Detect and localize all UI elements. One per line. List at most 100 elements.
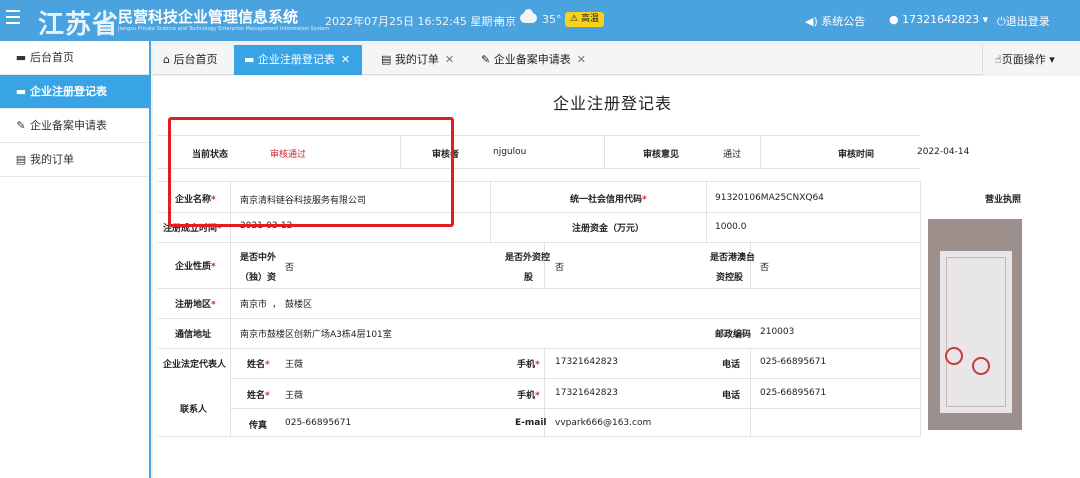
weather-city: 南京 xyxy=(494,15,516,28)
tab-company-registration[interactable]: ▬ 企业注册登记表 ✕ xyxy=(234,45,363,75)
logout-button[interactable]: ⏻退出登录 xyxy=(997,13,1050,29)
top-header: 江苏省 民营科技企业管理信息系统 Jiangsu Private Science… xyxy=(0,0,1080,41)
close-icon[interactable]: ✕ xyxy=(341,53,350,66)
sidebar-item-label: 后台首页 xyxy=(30,51,74,64)
foreign-holding-label: 是否外资控 xyxy=(505,253,551,263)
logo-title: 民营科技企业管理信息系统 xyxy=(118,8,299,26)
divider xyxy=(750,242,751,288)
capital-label: 注册资金（万元） xyxy=(572,224,645,234)
sidebar-item-label: 我的订单 xyxy=(30,153,74,166)
weather-temperature: 35° xyxy=(542,13,562,26)
document-icon: ▤ xyxy=(381,53,392,66)
credit-code-value: 91320106MA25CNXQ64 xyxy=(715,193,824,203)
sidebar-item-label: 企业注册登记表 xyxy=(30,85,107,98)
sidebar-item-my-orders[interactable]: ▤ 我的订单 xyxy=(0,143,149,177)
divider xyxy=(490,181,491,242)
divider xyxy=(158,288,920,289)
heat-badge-label: 高温 xyxy=(580,14,599,24)
sino-foreign-label-2: （独）资 xyxy=(240,273,277,283)
page-title: 企业注册登记表 xyxy=(553,94,673,113)
divider xyxy=(544,242,545,288)
address-label: 通信地址 xyxy=(175,330,212,340)
postcode-label: 邮政编码 xyxy=(715,330,752,340)
business-license-image[interactable] xyxy=(928,219,1022,430)
sino-foreign-label: 是否中外 xyxy=(240,253,277,263)
tab-label: 我的订单 xyxy=(394,53,439,66)
red-seal-icon xyxy=(972,357,990,375)
edit-icon: ✎ xyxy=(16,119,26,132)
hk-macao-label-2: 资控股 xyxy=(716,273,744,283)
region-separator: ， xyxy=(272,300,282,310)
reviewer-value: njgulou xyxy=(493,147,527,157)
logo-province: 江苏省 xyxy=(38,10,120,40)
postcode-value: 210003 xyxy=(760,327,795,337)
divider xyxy=(750,348,751,436)
cloud-icon xyxy=(520,9,537,23)
divider xyxy=(706,181,707,242)
sidebar-item-filing-application[interactable]: ✎ 企业备案申请表 xyxy=(0,109,149,143)
address-value: 南京市鼓楼区创新广场A3栋4层101室 xyxy=(240,330,392,340)
divider xyxy=(158,348,920,349)
contact-phone-label: 手机* xyxy=(517,391,540,401)
tab-bar: ⌂ 后台首页 ▬ 企业注册登记表 ✕ ▤ 我的订单 ✕ ✎ 企业备案申请表 ✕ xyxy=(153,45,1080,75)
logo-subtitle: Jiangsu Private Science and Technology E… xyxy=(118,26,330,32)
contact-name-label: 姓名* xyxy=(247,391,270,401)
opinion-label: 审核意见 xyxy=(643,150,680,160)
legal-rep-name: 王薇 xyxy=(285,360,304,370)
hk-macao-value: 否 xyxy=(760,263,770,273)
edit-icon: ✎ xyxy=(481,53,491,66)
nature-label: 企业性质* xyxy=(175,262,216,272)
menu-toggle-icon[interactable] xyxy=(6,10,20,28)
sidebar-item-label: 企业备案申请表 xyxy=(30,119,107,132)
contact-phone: 17321642823 xyxy=(555,388,618,398)
speaker-icon: ◀) xyxy=(805,15,818,28)
caret-down-icon: ▾ xyxy=(1049,53,1055,66)
divider xyxy=(604,135,605,168)
sidebar-item-home[interactable]: ▬ 后台首页 xyxy=(0,41,149,75)
contact-label: 联系人 xyxy=(180,405,208,415)
foreign-holding-value: 否 xyxy=(555,263,565,273)
credit-code-label: 统一社会信用代码* xyxy=(570,195,647,205)
divider xyxy=(230,408,920,409)
highlight-box xyxy=(168,117,454,227)
contact-name: 王薇 xyxy=(285,391,304,401)
sidebar: ▬ 后台首页 ▬ 企业注册登记表 ✎ 企业备案申请表 ▤ 我的订单 xyxy=(0,41,151,478)
document-icon: ▤ xyxy=(15,153,27,166)
region-city: 南京市 xyxy=(240,300,268,310)
user-icon: ● xyxy=(889,13,899,26)
foreign-holding-label-2: 股 xyxy=(524,273,534,283)
tab-my-orders[interactable]: ▤ 我的订单 ✕ xyxy=(381,45,454,75)
legal-rep-label: 企业法定代表人 xyxy=(163,360,227,370)
sidebar-item-company-registration[interactable]: ▬ 企业注册登记表 xyxy=(0,75,149,109)
tab-filing-application[interactable]: ✎ 企业备案申请表 ✕ xyxy=(481,45,586,75)
contact-tel: 025-66895671 xyxy=(760,388,827,398)
divider xyxy=(230,378,920,379)
user-menu[interactable]: ● 17321642823 ▾ xyxy=(889,13,988,26)
page-operations-menu[interactable]: ☝页面操作 ▾ xyxy=(982,45,1080,75)
tab-home[interactable]: ⌂ 后台首页 xyxy=(163,45,217,75)
page-ops-label: 页面操作 xyxy=(1001,53,1046,66)
power-icon: ⏻ xyxy=(997,15,1006,28)
username: 17321642823 xyxy=(902,13,980,26)
business-license-label: 营业执照 xyxy=(985,195,1022,205)
close-icon[interactable]: ✕ xyxy=(445,53,454,66)
legal-rep-tel: 025-66895671 xyxy=(760,357,827,367)
tab-label: 企业注册登记表 xyxy=(257,53,335,66)
announcement-link[interactable]: ◀) 系统公告 xyxy=(805,13,865,29)
announcement-label: 系统公告 xyxy=(821,15,866,28)
opinion-value: 通过 xyxy=(723,150,742,160)
close-icon[interactable]: ✕ xyxy=(577,53,586,66)
header-datetime: 2022年07月25日 16:52:45 星期一 xyxy=(325,15,504,28)
divider xyxy=(920,181,921,436)
license-document xyxy=(938,249,1014,415)
capital-value: 1000.0 xyxy=(715,222,747,232)
tab-label: 后台首页 xyxy=(173,53,218,66)
hand-pointer-icon: ☝ xyxy=(995,53,1002,66)
hk-macao-label: 是否港澳台 xyxy=(710,253,756,263)
divider xyxy=(158,242,920,243)
legal-rep-tel-label: 电话 xyxy=(722,360,741,370)
heat-warning-badge: ⚠ 高温 xyxy=(565,12,604,27)
monitor-icon: ▬ xyxy=(244,53,255,66)
fax-value: 025-66895671 xyxy=(285,418,352,428)
logout-label: 退出登录 xyxy=(1005,15,1050,28)
